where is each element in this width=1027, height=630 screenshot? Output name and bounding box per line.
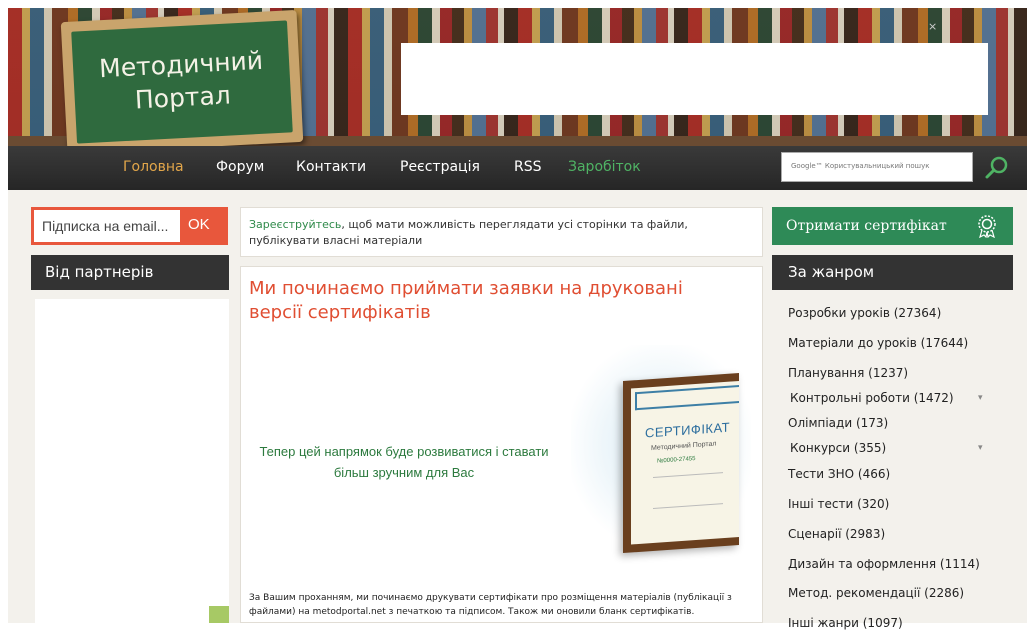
- get-certificate-button[interactable]: Отримати сертифікат: [772, 207, 1013, 245]
- genre-item[interactable]: Тести ЗНО (466): [788, 467, 890, 481]
- article-title[interactable]: Ми починаємо приймати заявки на друкован…: [249, 277, 739, 325]
- certificate-button-label: Отримати сертифікат: [786, 218, 947, 234]
- registration-notice: Зареєструйтесь, щоб мати можливість пере…: [240, 207, 763, 257]
- chevron-down-icon[interactable]: ▾: [978, 393, 983, 403]
- main-nav: Головна Форум Контакти Реєстрація RSS За…: [8, 146, 1027, 190]
- genre-item[interactable]: Матеріали до уроків (17644): [788, 336, 968, 350]
- site-logo[interactable]: Методичний Портал: [60, 9, 304, 146]
- partners-heading: Від партнерів: [31, 255, 229, 290]
- genre-item[interactable]: Інші тести (320): [788, 497, 889, 511]
- nav-forum[interactable]: Форум: [216, 159, 264, 175]
- header-ad-slot: [401, 43, 988, 115]
- genre-item[interactable]: Олімпіади (173): [788, 416, 888, 430]
- certificate-number: №0000-27455: [657, 455, 696, 465]
- email-subscribe-form: Підписка на email... OK: [31, 207, 228, 245]
- certificate-paper: СЕРТИФІКАТ Методичний Портал №0000-27455: [631, 380, 739, 545]
- certificate-text-lines: [653, 472, 723, 509]
- genre-item[interactable]: Дизайн та оформлення (1114): [788, 557, 980, 571]
- news-article: Ми починаємо приймати заявки на друкован…: [240, 266, 763, 623]
- certificate-border: [635, 384, 739, 411]
- genre-item[interactable]: Планування (1237): [788, 366, 908, 380]
- ad-close-icon[interactable]: ⨯: [928, 20, 937, 33]
- genre-item[interactable]: Сценарії (2983): [788, 527, 885, 541]
- genre-item[interactable]: Контрольні роботи (1472): [790, 391, 954, 405]
- badge-icon: [975, 214, 999, 242]
- email-field[interactable]: Підписка на email...: [34, 210, 180, 242]
- logo-text: Методичний Портал: [72, 42, 291, 119]
- nav-home[interactable]: Головна: [123, 159, 184, 175]
- genre-item[interactable]: Інші жанри (1097): [788, 616, 903, 630]
- register-link[interactable]: Зареєструйтесь: [249, 218, 341, 231]
- magnifier-icon[interactable]: [984, 155, 1010, 181]
- leaf-icon: [209, 606, 229, 623]
- genre-item[interactable]: Метод. рекомендації (2286): [788, 586, 964, 600]
- notice-text: Зареєструйтесь, щоб мати можливість пере…: [249, 217, 754, 249]
- nav-contacts[interactable]: Контакти: [296, 159, 366, 175]
- certificate-image: СЕРТИФІКАТ Методичний Портал №0000-27455: [623, 372, 739, 554]
- genre-heading: За жанром: [772, 255, 1013, 290]
- genre-list: Розробки уроків (27364) Матеріали до уро…: [772, 291, 1013, 630]
- nav-registration[interactable]: Реєстрація: [400, 159, 480, 175]
- genre-item[interactable]: Розробки уроків (27364): [788, 306, 941, 320]
- article-highlight: Тепер цей напрямок буде розвиватися і ст…: [259, 444, 549, 480]
- certificate-subtitle: Методичний Портал: [651, 440, 717, 453]
- certificate-title: СЕРТИФІКАТ: [645, 419, 731, 441]
- subscribe-ok-button[interactable]: OK: [188, 216, 210, 233]
- article-body: За Вашим проханням, ми починаємо друкува…: [249, 593, 732, 617]
- chevron-down-icon[interactable]: ▾: [978, 443, 983, 453]
- top-strip: [0, 0, 1027, 8]
- nav-rss[interactable]: RSS: [514, 159, 542, 175]
- genre-item[interactable]: Конкурси (355): [790, 441, 886, 455]
- chalkboard: Методичний Портал: [71, 20, 293, 144]
- search-placeholder: Google™ Користувальницький пошук: [791, 162, 930, 170]
- partners-panel: [35, 299, 229, 623]
- site-header: Методичний Портал ⨯: [8, 8, 1027, 146]
- nav-earnings[interactable]: Заробіток: [568, 159, 641, 175]
- search-input[interactable]: Google™ Користувальницький пошук: [781, 152, 973, 182]
